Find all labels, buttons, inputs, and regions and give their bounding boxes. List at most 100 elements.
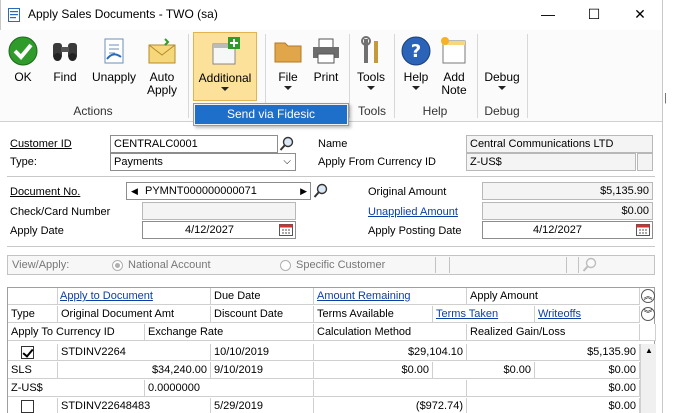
- debug-group-label: Debug: [484, 104, 520, 118]
- print-label: Print: [313, 70, 339, 84]
- name-label: Name: [318, 138, 348, 150]
- additional-icon: [212, 37, 240, 65]
- ok-button[interactable]: OK: [4, 32, 42, 102]
- checkbox-unchecked-icon: [21, 400, 34, 413]
- unapplied-amount-link[interactable]: Unapplied Amount: [368, 206, 458, 218]
- terms-taken-cell[interactable]: $0.00: [433, 362, 535, 379]
- national-account-radio[interactable]: National Account: [112, 259, 211, 271]
- document-no-label[interactable]: Document No.: [10, 186, 80, 198]
- apply-amount-cell[interactable]: $0.00: [467, 398, 640, 413]
- apply-posting-date-field[interactable]: 4/12/2027: [482, 221, 653, 239]
- debug-button[interactable]: Debug: [481, 32, 523, 102]
- apply-from-currency-label: Apply From Currency ID: [318, 156, 436, 168]
- auto-apply-button[interactable]: Auto Apply: [142, 32, 182, 102]
- file-button[interactable]: File: [270, 32, 306, 102]
- lookup-icon[interactable]: [279, 136, 295, 152]
- actions-group-label: Actions: [73, 104, 113, 118]
- realized-gain-loss-header: Realized Gain/Loss: [467, 324, 640, 341]
- specific-customer-radio[interactable]: Specific Customer: [280, 259, 385, 271]
- chevron-down-icon: [412, 86, 420, 90]
- apply-from-currency-field: Z-US$: [466, 153, 636, 171]
- calculation-method-cell: [314, 380, 467, 397]
- apply-posting-date-label: Apply Posting Date: [368, 225, 462, 237]
- debug-icon: [481, 32, 523, 71]
- apply-documents-grid: Apply to Document Due Date Amount Remain…: [7, 287, 656, 413]
- send-via-fidesic-menu-item[interactable]: Send via Fidesic: [195, 105, 347, 124]
- disabled-field-divider: [569, 257, 579, 273]
- tools-icon: [361, 36, 378, 63]
- apply-to-document-cell[interactable]: STDINV2264: [58, 344, 211, 361]
- previous-record-icon[interactable]: ◀: [131, 183, 138, 199]
- tools-group-label: Tools: [357, 104, 386, 118]
- view-apply-label: View/Apply:: [12, 259, 70, 271]
- calculation-method-header: Calculation Method: [314, 324, 467, 341]
- original-amount-label: Original Amount: [368, 186, 447, 198]
- close-button[interactable]: ✕: [625, 4, 655, 24]
- printer-icon: [313, 38, 339, 64]
- customer-id-field[interactable]: CENTRALC0001: [110, 135, 278, 153]
- debug-label: Debug: [484, 70, 520, 84]
- next-record-icon[interactable]: ▶: [300, 183, 307, 199]
- apply-amount-cell[interactable]: $5,135.90: [467, 344, 640, 361]
- chevron-down-icon: ⌵: [283, 156, 291, 167]
- chevron-down-icon: ︾: [643, 309, 653, 319]
- apply-date-value: 4/12/2027: [185, 224, 234, 236]
- scroll-up-icon[interactable]: ▲: [645, 346, 653, 355]
- auto-apply-label: Auto Apply: [146, 70, 178, 97]
- apply-date-field[interactable]: 4/12/2027: [142, 221, 296, 239]
- grid-vertical-scrollbar[interactable]: ▲: [640, 344, 656, 413]
- view-apply-bar: View/Apply: National Account Specific Cu…: [7, 255, 655, 275]
- row-select-checkbox[interactable]: [8, 398, 58, 413]
- type-cell: SLS: [8, 362, 58, 379]
- customer-name-field: Central Communications LTD: [466, 135, 653, 153]
- unapply-button[interactable]: Unapply: [88, 32, 140, 102]
- grid-header-blank: [8, 288, 58, 305]
- row-select-checkbox[interactable]: [8, 344, 58, 361]
- add-note-label: Add Note: [441, 70, 467, 97]
- additional-button[interactable]: Additional: [193, 32, 257, 101]
- tools-button[interactable]: Tools: [352, 32, 390, 102]
- ok-icon: [8, 36, 38, 66]
- group-separator: [188, 34, 189, 118]
- currency-expand-button[interactable]: [637, 153, 653, 171]
- help-button[interactable]: ? Help: [398, 32, 434, 102]
- terms-taken-header[interactable]: Terms Taken: [433, 306, 535, 323]
- apply-to-currency-id-header: Apply To Currency ID: [8, 324, 145, 341]
- expand-rows-button[interactable]: ︾: [641, 307, 655, 321]
- check-card-label: Check/Card Number: [10, 206, 111, 218]
- document-app-icon: [8, 8, 20, 22]
- apply-date-label: Apply Date: [10, 225, 64, 237]
- collapse-rows-button[interactable]: ︽: [641, 289, 655, 303]
- help-icon: ?: [401, 36, 431, 66]
- ok-label: OK: [14, 70, 32, 84]
- amount-remaining-header[interactable]: Amount Remaining: [314, 288, 467, 305]
- type-select[interactable]: Payments ⌵: [110, 153, 296, 171]
- additional-label: Additional: [198, 71, 252, 85]
- writeoffs-cell[interactable]: $0.00: [535, 362, 640, 379]
- background-glyph: |: [664, 92, 667, 104]
- realized-gain-loss-cell: $0.00: [467, 380, 640, 397]
- due-date-cell: 10/10/2019: [211, 344, 314, 361]
- lookup-icon[interactable]: [313, 183, 329, 199]
- amount-remaining-cell: $29,104.10: [314, 344, 467, 361]
- calendar-icon[interactable]: [636, 224, 650, 236]
- calendar-icon[interactable]: [279, 224, 293, 236]
- due-date-header: Due Date: [211, 288, 314, 305]
- minimize-button[interactable]: —: [533, 4, 563, 24]
- note-icon: [441, 37, 466, 64]
- chevron-down-icon: [367, 86, 375, 90]
- apply-to-document-cell[interactable]: STDINV22648483: [58, 398, 211, 413]
- help-group-label: Help: [422, 104, 448, 118]
- writeoffs-header[interactable]: Writeoffs: [535, 306, 640, 323]
- section-divider: [7, 176, 655, 177]
- customer-id-label[interactable]: Customer ID: [10, 138, 72, 150]
- add-note-button[interactable]: Add Note: [436, 32, 472, 102]
- chevron-up-icon: ︽: [643, 291, 653, 301]
- print-button[interactable]: Print: [308, 32, 344, 102]
- find-button[interactable]: Find: [46, 32, 84, 102]
- find-label: Find: [53, 70, 77, 84]
- maximize-button[interactable]: ☐: [579, 4, 609, 24]
- chevron-down-icon: [284, 86, 292, 90]
- document-no-field[interactable]: ◀ PYMNT000000000071 ▶: [126, 182, 311, 200]
- apply-to-document-header[interactable]: Apply to Document: [58, 288, 211, 305]
